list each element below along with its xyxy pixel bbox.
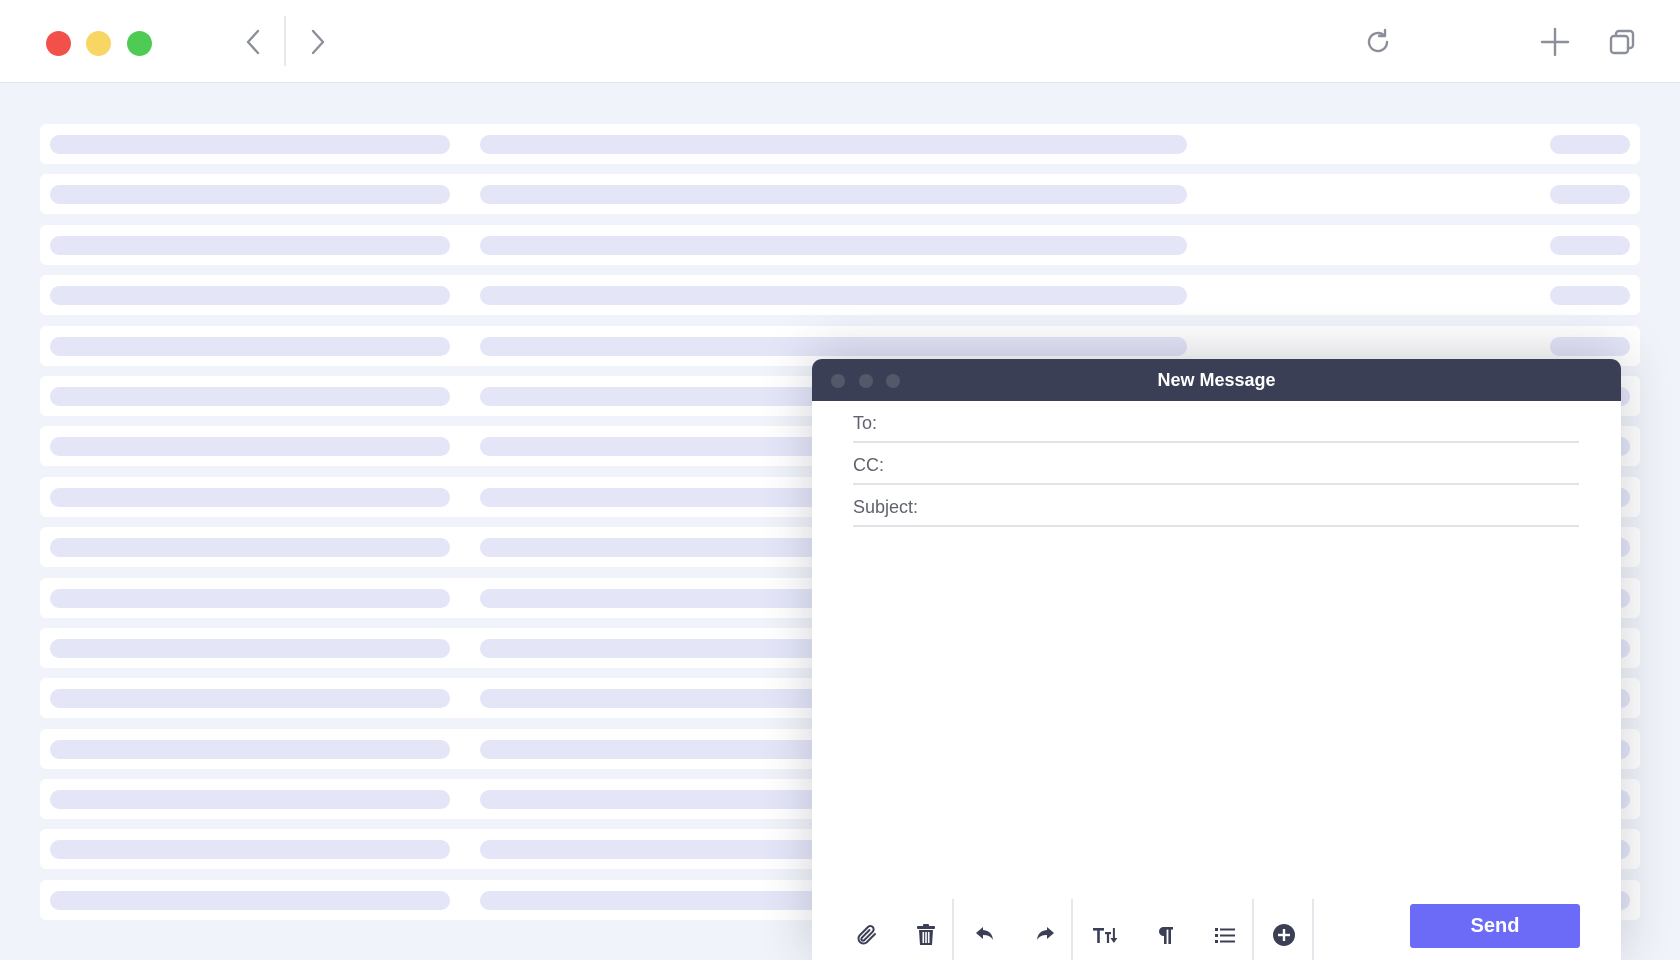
- skeleton-bar: [480, 235, 1187, 255]
- list-item-placeholder: [40, 174, 1640, 215]
- browser-toolbar: [0, 0, 1680, 83]
- skeleton-bar: [50, 890, 450, 910]
- text-size-button[interactable]: [1088, 918, 1122, 952]
- skeleton-bar: [50, 336, 450, 356]
- skeleton-bar: [50, 235, 450, 255]
- toolbar-separator: [1252, 899, 1254, 960]
- skeleton-bar: [50, 790, 450, 810]
- skeleton-bar: [50, 840, 450, 860]
- delete-button[interactable]: [909, 918, 943, 952]
- skeleton-bar: [50, 487, 450, 507]
- send-button[interactable]: Send: [1410, 904, 1580, 948]
- compose-toolbar: Send: [812, 899, 1621, 960]
- skeleton-bar: [50, 638, 450, 658]
- close-window-button[interactable]: [46, 31, 71, 56]
- skeleton-bar: [480, 336, 1187, 356]
- cc-input[interactable]: [890, 450, 1579, 480]
- chevron-left-icon: [246, 29, 260, 55]
- tabs-icon: [1609, 29, 1635, 55]
- attach-button[interactable]: [850, 918, 884, 952]
- toolbar-separator: [1312, 899, 1314, 960]
- minimize-window-button[interactable]: [86, 31, 111, 56]
- to-input[interactable]: [883, 408, 1579, 438]
- toolbar-separator: [1071, 899, 1073, 960]
- cc-field: CC:: [853, 443, 1579, 485]
- paragraph-button[interactable]: [1148, 918, 1182, 952]
- plus-icon: [1540, 27, 1570, 57]
- compose-title: New Message: [1157, 370, 1276, 390]
- trash-icon: [917, 924, 935, 945]
- redo-icon: [1037, 927, 1054, 940]
- skeleton-bar: [50, 286, 450, 306]
- new-tab-button[interactable]: [1535, 22, 1575, 62]
- compose-header: New Message: [812, 359, 1621, 401]
- skeleton-bar: [50, 588, 450, 608]
- subject-field: Subject:: [853, 485, 1579, 527]
- skeleton-bar: [50, 437, 450, 457]
- skeleton-bar: [50, 386, 450, 406]
- list-item-placeholder: [40, 224, 1640, 265]
- toolbar-separator: [952, 899, 954, 960]
- forward-button[interactable]: [297, 22, 337, 62]
- back-button[interactable]: [234, 22, 274, 62]
- maximize-window-button[interactable]: [127, 31, 152, 56]
- subject-label: Subject:: [853, 496, 919, 517]
- list-icon: [1215, 928, 1235, 943]
- paperclip-icon: [857, 925, 876, 945]
- undo-icon: [976, 927, 993, 940]
- skeleton-bar: [1550, 286, 1630, 306]
- message-body[interactable]: [853, 535, 1579, 855]
- reload-button[interactable]: [1358, 22, 1398, 62]
- skeleton-bar: [1550, 135, 1630, 154]
- skeleton-bar: [50, 185, 450, 205]
- skeleton-bar: [50, 135, 450, 154]
- list-button[interactable]: [1208, 918, 1242, 952]
- insert-button[interactable]: [1267, 918, 1301, 952]
- to-label: To:: [853, 412, 878, 433]
- chevron-right-icon: [311, 29, 325, 55]
- add-circle-icon: [1273, 924, 1295, 946]
- paragraph-icon: [1158, 927, 1173, 944]
- skeleton-bar: [1550, 235, 1630, 255]
- skeleton-bar: [480, 286, 1187, 306]
- undo-button[interactable]: [968, 918, 1002, 952]
- compose-window: New Message To: CC: Subject: Send: [812, 359, 1621, 960]
- nav-divider: [284, 16, 286, 66]
- list-item-placeholder: [40, 275, 1640, 316]
- skeleton-bar: [50, 739, 450, 759]
- list-item-placeholder: [40, 124, 1640, 164]
- cc-label: CC:: [853, 454, 884, 475]
- skeleton-bar: [480, 135, 1187, 154]
- tabs-overview-button[interactable]: [1602, 22, 1642, 62]
- text-size-icon: [1093, 928, 1118, 943]
- subject-input[interactable]: [924, 492, 1579, 522]
- skeleton-bar: [480, 185, 1187, 205]
- redo-button[interactable]: [1028, 918, 1062, 952]
- skeleton-bar: [1550, 336, 1630, 356]
- skeleton-bar: [1550, 185, 1630, 205]
- skeleton-bar: [50, 689, 450, 709]
- to-field: To:: [853, 401, 1579, 443]
- skeleton-bar: [50, 538, 450, 558]
- reload-icon: [1367, 28, 1389, 53]
